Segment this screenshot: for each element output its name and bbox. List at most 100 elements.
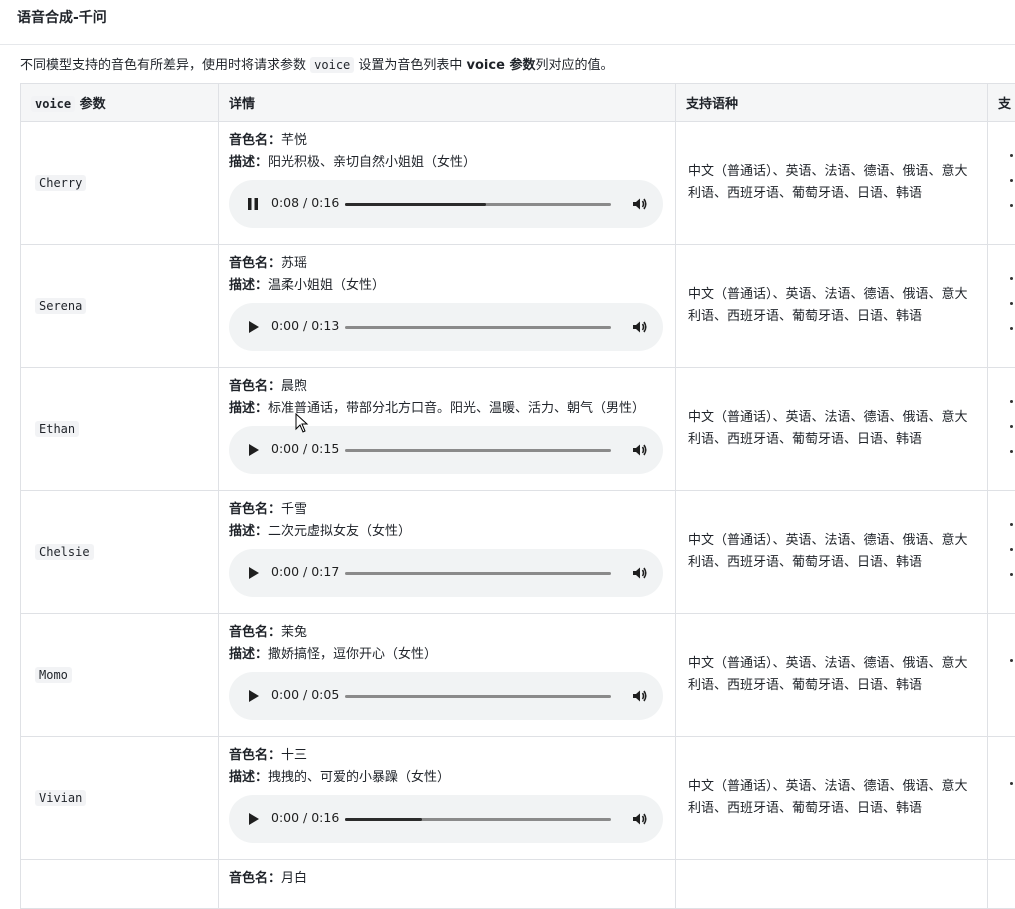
voice-name-line: 音色名：十三 bbox=[229, 745, 665, 767]
detail-cell: 音色名：月白 bbox=[219, 860, 676, 909]
audio-progress-fill bbox=[345, 818, 422, 821]
header-lang: 支持语种 bbox=[676, 84, 988, 122]
voice-code: Chelsie bbox=[35, 544, 94, 560]
audio-progress-track[interactable] bbox=[345, 203, 611, 206]
voice-name-line: 音色名：月白 bbox=[229, 868, 665, 890]
more-cell bbox=[988, 491, 1015, 614]
volume-icon[interactable] bbox=[631, 564, 649, 582]
voice-name-label: 音色名： bbox=[229, 379, 281, 394]
bullet-dot bbox=[1010, 327, 1013, 330]
volume-icon[interactable] bbox=[631, 195, 649, 213]
top-bar: 语音合成-千问 bbox=[0, 0, 1015, 45]
header-voice-code: voice bbox=[31, 96, 75, 112]
audio-player[interactable]: 0:00 / 0:05 bbox=[229, 672, 663, 720]
voice-name-label: 音色名： bbox=[229, 133, 281, 148]
voice-desc-line: 描述：二次元虚拟女友（女性） bbox=[229, 521, 665, 543]
bullet-dot bbox=[1010, 782, 1013, 785]
play-icon[interactable] bbox=[243, 809, 263, 829]
intro-bold: voice 参数 bbox=[467, 58, 536, 73]
voice-name-label: 音色名： bbox=[229, 502, 281, 517]
volume-icon[interactable] bbox=[631, 318, 649, 336]
audio-progress-track[interactable] bbox=[345, 572, 611, 575]
voice-desc-line: 描述：拽拽的、可爱的小暴躁（女性） bbox=[229, 767, 665, 789]
play-icon[interactable] bbox=[243, 563, 263, 583]
voice-desc-line: 描述：标准普通话，带部分北方口音。阳光、温暖、活力、朝气（男性） bbox=[229, 398, 665, 420]
audio-progress-track[interactable] bbox=[345, 449, 611, 452]
intro-text-1: 不同模型支持的音色有所差异，使用时将请求参数 bbox=[20, 58, 310, 73]
table-row: Serena音色名：苏瑶描述：温柔小姐姐（女性）0:00 / 0:13中文（普通… bbox=[21, 245, 1015, 368]
audio-progress-track[interactable] bbox=[345, 818, 611, 821]
detail-cell: 音色名：苏瑶描述：温柔小姐姐（女性） 0:00 / 0:13 bbox=[219, 245, 676, 368]
voice-name: 月白 bbox=[281, 871, 307, 886]
bullet-dot bbox=[1010, 400, 1013, 403]
voice-desc-line: 描述：阳光积极、亲切自然小姐姐（女性） bbox=[229, 152, 665, 174]
voice-desc-label: 描述： bbox=[229, 155, 268, 170]
intro-text-3: 列对应的值。 bbox=[535, 58, 613, 73]
voice-code: Vivian bbox=[35, 790, 86, 806]
audio-time: 0:00 / 0:13 bbox=[271, 318, 339, 333]
voice-code: Ethan bbox=[35, 421, 79, 437]
detail-cell: 音色名：茉兔描述：撒娇搞怪，逗你开心（女性）0:00 / 0:05 bbox=[219, 614, 676, 737]
voice-desc: 标准普通话，带部分北方口音。阳光、温暖、活力、朝气（男性） bbox=[268, 401, 645, 416]
audio-time: 0:00 / 0:17 bbox=[271, 564, 339, 579]
voice-name-label: 音色名： bbox=[229, 871, 281, 886]
bullet-dot bbox=[1010, 179, 1013, 182]
bullet-dot bbox=[1010, 204, 1013, 207]
audio-player[interactable]: 0:00 / 0:15 bbox=[229, 426, 663, 474]
voice-name-label: 音色名： bbox=[229, 256, 281, 271]
lang-cell: 中文（普通话）、英语、法语、德语、俄语、意大利语、西班牙语、葡萄牙语、日语、韩语 bbox=[676, 614, 988, 737]
table-row: Ethan音色名：晨煦描述：标准普通话，带部分北方口音。阳光、温暖、活力、朝气（… bbox=[21, 368, 1015, 491]
bullet-dot bbox=[1010, 302, 1013, 305]
voice-desc-label: 描述： bbox=[229, 401, 268, 416]
pause-icon[interactable] bbox=[243, 194, 263, 214]
table-row: Vivian 音色名：十三描述：拽拽的、可爱的小暴躁（女性） 0:00 / 0:16… bbox=[21, 737, 1015, 860]
more-cell bbox=[988, 860, 1015, 909]
audio-player[interactable]: 0:00 / 0:13 bbox=[229, 303, 663, 351]
bullet-dot bbox=[1010, 523, 1013, 526]
audio-time: 0:08 / 0:16 bbox=[271, 195, 339, 210]
table-row: 音色名：月白 bbox=[21, 860, 1015, 909]
voice-desc: 撒娇搞怪，逗你开心（女性） bbox=[268, 647, 437, 662]
lang-cell: 中文（普通话）、英语、法语、德语、俄语、意大利语、西班牙语、葡萄牙语、日语、韩语 bbox=[676, 491, 988, 614]
voice-cell: Ethan bbox=[21, 368, 219, 491]
intro-text-2: 设置为音色列表中 bbox=[354, 58, 466, 73]
audio-progress-track[interactable] bbox=[345, 695, 611, 698]
voice-desc-line: 描述：撒娇搞怪，逗你开心（女性） bbox=[229, 644, 665, 666]
bullet-dot bbox=[1010, 548, 1013, 551]
table-row: Cherry音色名：芊悦描述：阳光积极、亲切自然小姐姐（女性）0:08 / 0:… bbox=[21, 122, 1015, 245]
audio-progress-fill bbox=[345, 203, 486, 206]
volume-icon[interactable] bbox=[631, 441, 649, 459]
play-icon[interactable] bbox=[243, 686, 263, 706]
audio-player[interactable]: 0:00 / 0:16 bbox=[229, 795, 663, 843]
intro-text: 不同模型支持的音色有所差异，使用时将请求参数 voice 设置为音色列表中 vo… bbox=[20, 54, 613, 73]
voice-name-label: 音色名： bbox=[229, 625, 281, 640]
more-cell bbox=[988, 737, 1015, 860]
audio-progress-track[interactable] bbox=[345, 326, 611, 329]
play-icon[interactable] bbox=[243, 440, 263, 460]
lang-cell: 中文（普通话）、英语、法语、德语、俄语、意大利语、西班牙语、葡萄牙语、日语、韩语 bbox=[676, 122, 988, 245]
bullet-dot bbox=[1010, 659, 1013, 662]
header-detail: 详情 bbox=[219, 84, 676, 122]
bullet-dot bbox=[1010, 450, 1013, 453]
table-header-row: voice 参数 详情 支持语种 支 bbox=[21, 84, 1015, 122]
voice-name-line: 音色名：苏瑶 bbox=[229, 253, 665, 275]
voice-code: Momo bbox=[35, 667, 72, 683]
lang-cell: 中文（普通话）、英语、法语、德语、俄语、意大利语、西班牙语、葡萄牙语、日语、韩语 bbox=[676, 737, 988, 860]
volume-icon[interactable] bbox=[631, 687, 649, 705]
voice-desc-label: 描述： bbox=[229, 647, 268, 662]
play-icon[interactable] bbox=[243, 317, 263, 337]
audio-time: 0:00 / 0:16 bbox=[271, 810, 339, 825]
voice-table: voice 参数 详情 支持语种 支 Cherry音色名：芊悦描述：阳光积极、亲… bbox=[20, 83, 1015, 909]
voice-cell bbox=[21, 860, 219, 909]
lang-cell bbox=[676, 860, 988, 909]
audio-player[interactable]: 0:08 / 0:16 bbox=[229, 180, 663, 228]
audio-player[interactable]: 0:00 / 0:17 bbox=[229, 549, 663, 597]
bullet-dot bbox=[1010, 277, 1013, 280]
voice-desc-line: 描述：温柔小姐姐（女性） bbox=[229, 275, 665, 297]
page-title: 语音合成-千问 bbox=[17, 7, 107, 27]
volume-icon[interactable] bbox=[631, 810, 649, 828]
bullet-dot bbox=[1010, 573, 1013, 576]
voice-cell: Momo bbox=[21, 614, 219, 737]
voice-desc-label: 描述： bbox=[229, 524, 268, 539]
more-cell bbox=[988, 368, 1015, 491]
